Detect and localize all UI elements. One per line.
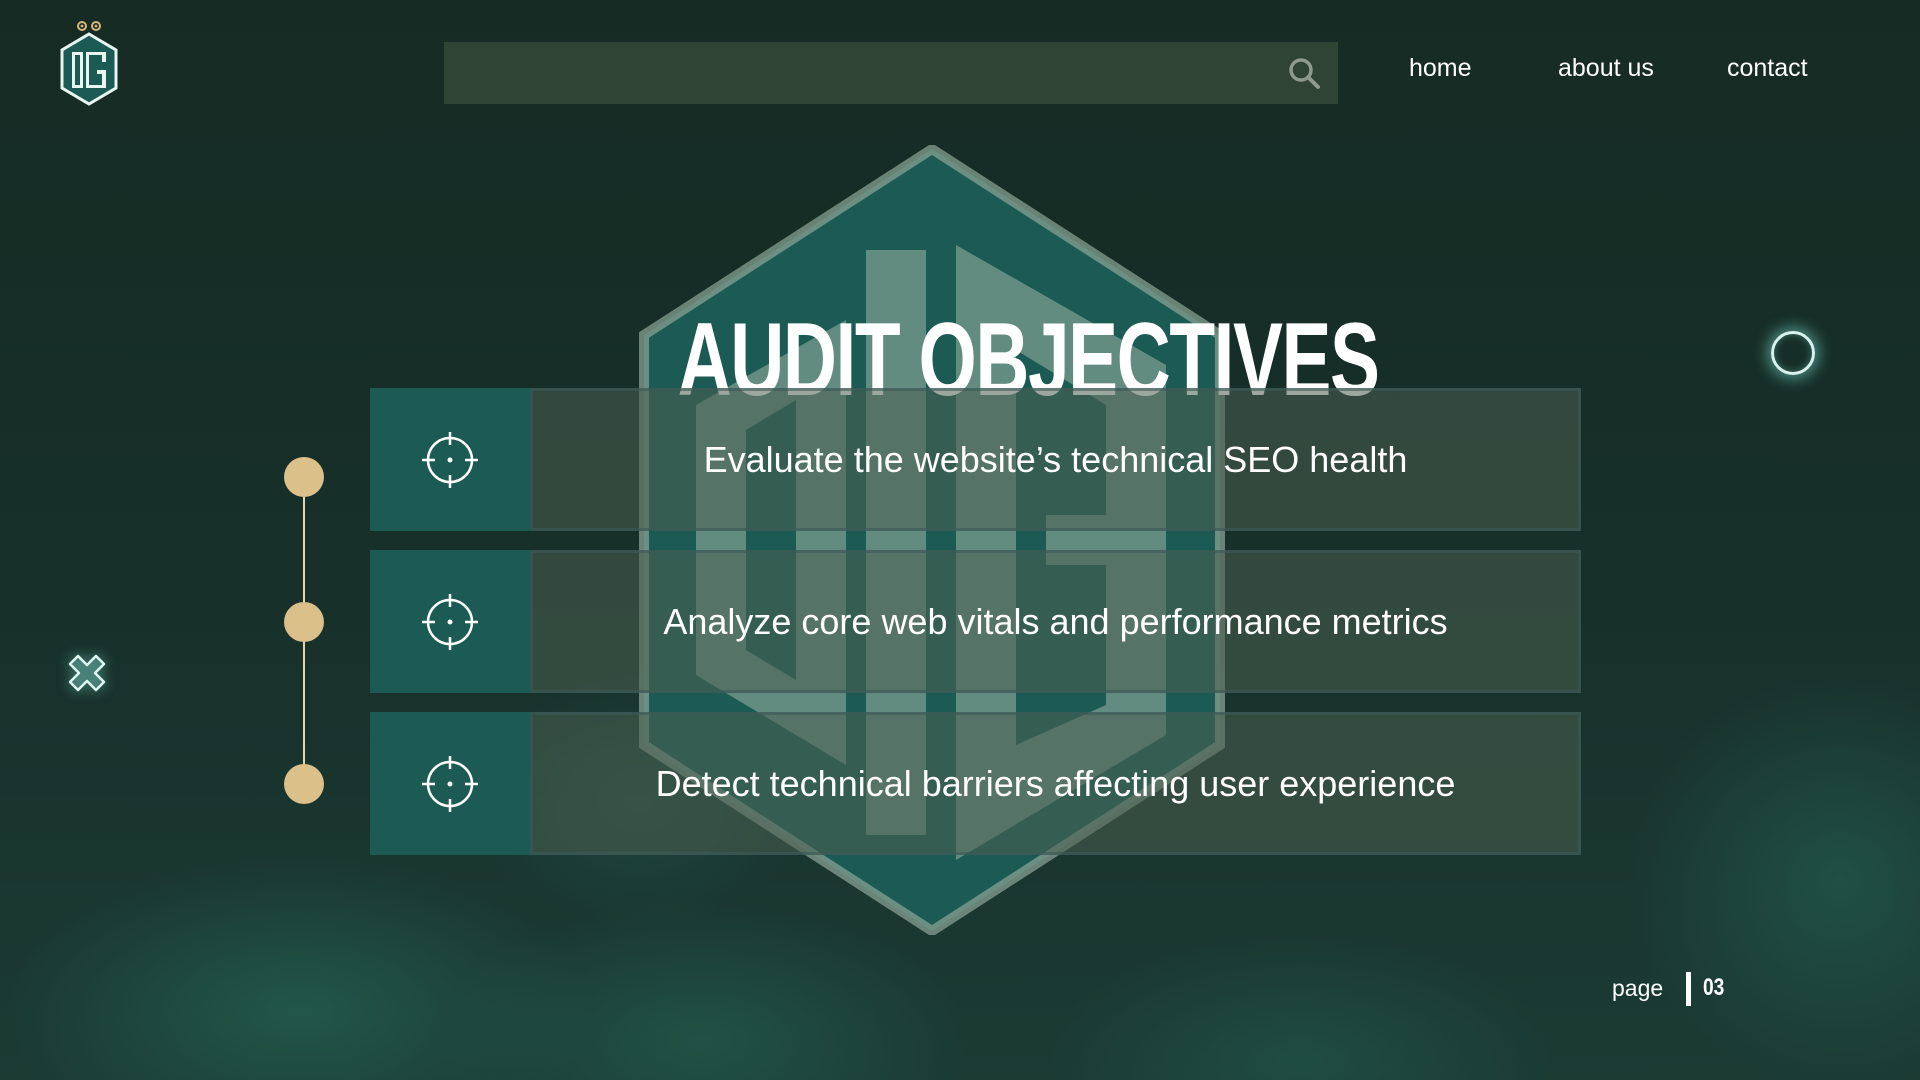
objective-text: Detect technical barriers affecting user… <box>655 762 1456 804</box>
nav-home-link[interactable]: home <box>1409 54 1472 83</box>
og-logo[interactable] <box>58 18 122 112</box>
objective-text: Analyze core web vitals and performance … <box>663 600 1448 642</box>
page-number: 03 <box>1703 974 1725 1001</box>
timeline-dot <box>284 602 324 642</box>
objective-row: Analyze core web vitals and performance … <box>370 550 1581 693</box>
page-divider <box>1686 972 1691 1006</box>
timeline-dot <box>284 457 324 497</box>
objective-row: Detect technical barriers affecting user… <box>370 712 1581 855</box>
crosshair-icon <box>422 432 478 488</box>
search-bar[interactable] <box>444 42 1338 104</box>
objective-icon-box <box>370 712 530 855</box>
crosshair-icon <box>422 594 478 650</box>
objective-icon-box <box>370 388 530 531</box>
nav-contact-link[interactable]: contact <box>1727 54 1808 83</box>
crosshair-icon <box>422 756 478 812</box>
glowing-cross-icon <box>68 654 106 692</box>
glowing-ring-decoration <box>1771 331 1815 375</box>
search-input[interactable] <box>444 42 1264 104</box>
search-icon[interactable] <box>1286 55 1322 91</box>
page-label: page <box>1612 975 1664 1001</box>
timeline-dot <box>284 764 324 804</box>
objective-text: Evaluate the website’s technical SEO hea… <box>703 438 1408 480</box>
nav-about-link[interactable]: about us <box>1558 54 1654 83</box>
objective-icon-box <box>370 550 530 693</box>
objective-row: Evaluate the website’s technical SEO hea… <box>370 388 1581 531</box>
